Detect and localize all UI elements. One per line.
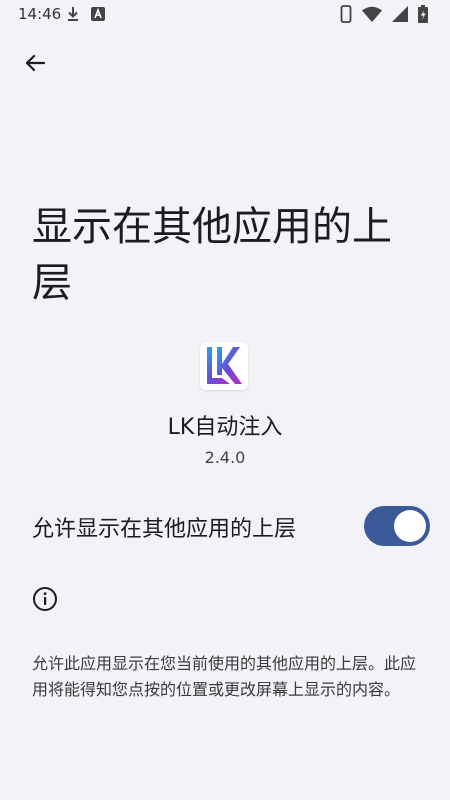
back-button[interactable] — [18, 48, 52, 82]
permission-label: 允许显示在其他应用的上层 — [32, 517, 297, 542]
info-description: 允许此应用显示在您当前使用的其他应用的上层。此应用将能得知您点按的位置或更改屏幕… — [32, 654, 417, 699]
vibrate-icon — [340, 5, 352, 27]
signal-icon — [392, 6, 408, 26]
download-icon — [66, 6, 80, 26]
a-notification-icon — [90, 6, 106, 26]
page-title: 显示在其他应用的上层 — [32, 203, 392, 306]
lk-logo-icon — [200, 342, 248, 390]
toggle-thumb — [394, 510, 426, 542]
app-version: 2.4.0 — [204, 448, 246, 467]
battery-icon — [418, 5, 428, 27]
status-time: 14:46 — [18, 5, 62, 23]
permission-row[interactable]: 允许显示在其他应用的上层 — [0, 498, 450, 556]
wifi-icon — [362, 6, 382, 26]
status-right-icons — [340, 5, 428, 27]
status-bar: 14:46 — [0, 0, 450, 30]
app-name: LK自动注入 — [167, 415, 283, 440]
overlay-permission-toggle[interactable] — [364, 506, 430, 546]
arrow-left-icon — [23, 51, 47, 79]
status-left-icons — [66, 6, 106, 26]
info-icon — [32, 586, 58, 612]
